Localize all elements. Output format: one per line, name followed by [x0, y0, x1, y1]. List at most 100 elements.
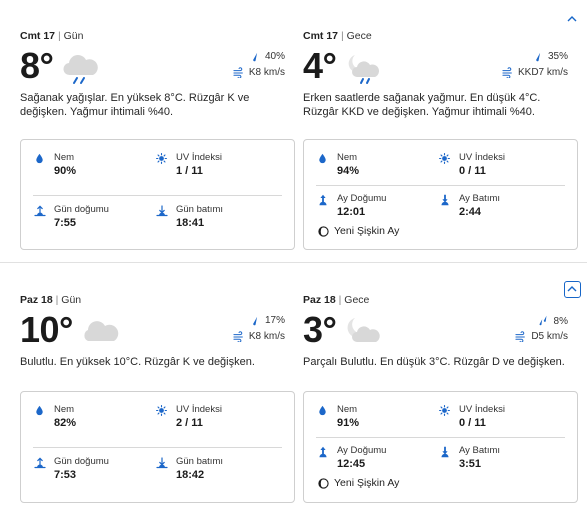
rain-chance: 35%: [498, 51, 568, 62]
uv-value: 0 / 11: [459, 165, 486, 177]
humidity-label: Nem: [337, 152, 358, 163]
wind: D5 km/s: [498, 331, 568, 342]
forecast-day-section: Cmt 17 | Gün 8° 40% K8 km/s Sağanak yağı…: [0, 0, 587, 262]
humidity-label: Nem: [54, 152, 75, 163]
uv-label: UV İndeksi: [459, 152, 505, 163]
humidity-label: Nem: [54, 404, 75, 415]
sunrise-value: 7:53: [54, 469, 77, 481]
uv-sun-icon: [156, 153, 167, 164]
forecast-description: Bulutlu. En yüksek 10°C. Rüzgâr K ve değ…: [20, 356, 255, 368]
moon-phase-icon: [318, 478, 329, 489]
period-name: Gece: [344, 294, 370, 306]
moon-phase: Yeni Şişkin Ay: [318, 225, 399, 237]
uv-label: UV İndeksi: [176, 152, 222, 163]
date-label: Cmt 17: [20, 30, 56, 42]
moonrise-value: 12:01: [337, 206, 366, 218]
uv-label: UV İndeksi: [176, 404, 222, 415]
wind-value: D5 km/s: [531, 331, 568, 342]
moon-phase-label: Yeni Şişkin Ay: [334, 225, 400, 237]
uv-sun-icon: [439, 405, 450, 416]
wind: K8 km/s: [215, 67, 285, 78]
forecast-description: Parçalı Bulutlu. En düşük 3°C. Rüzgâr D …: [303, 356, 565, 368]
sunrise-icon: [34, 457, 46, 469]
sunrise-label: Gün doğumu: [54, 204, 109, 215]
moonset-label: Ay Batımı: [459, 445, 501, 456]
rain-chance: 8%: [498, 315, 568, 327]
wind-icon: [515, 331, 526, 342]
wind-value: KKD7 km/s: [517, 67, 568, 78]
moonset-icon: [439, 194, 451, 206]
date-label: Paz 18: [20, 294, 53, 306]
wind-icon: [233, 67, 244, 78]
date-label: Cmt 17: [303, 30, 339, 42]
moonrise-label: Ay Doğumu: [337, 445, 387, 456]
rain-chance-value: 17%: [264, 315, 285, 326]
wind: K8 km/s: [215, 331, 285, 342]
day-forecast-column: Paz 18 | Gün 10° 17% K8 km/s Bulutlu. En…: [20, 293, 295, 369]
sunset-label: Gün batımı: [176, 456, 223, 467]
rain-cloud-icon: [60, 51, 100, 90]
divider: [316, 185, 565, 186]
forecast-description: Erken saatlerde sağanak yağmur. En düşük…: [303, 92, 541, 118]
wind: KKD7 km/s: [498, 67, 568, 78]
forecast-day-section: Paz 18 | Gün 10° 17% K8 km/s Bulutlu. En…: [0, 262, 587, 518]
day-forecast-column: Cmt 17 | Gün 8° 40% K8 km/s Sağanak yağı…: [20, 29, 295, 119]
moonset-label: Ay Batımı: [459, 193, 501, 204]
raindrop-icon: [533, 52, 543, 62]
divider: [33, 447, 282, 448]
humidity-value: 82%: [54, 417, 77, 429]
wind-icon: [502, 67, 513, 78]
humidity-value: 90%: [54, 165, 77, 177]
sunset-icon: [156, 205, 168, 217]
divider: [33, 195, 282, 196]
forecast-description: Sağanak yağışlar. En yüksek 8°C. Rüzgâr …: [20, 92, 250, 118]
sunrise-icon: [34, 205, 46, 217]
collapse-chevron-icon[interactable]: [565, 12, 579, 26]
uv-sun-icon: [156, 405, 167, 416]
humidity-drop-icon: [317, 153, 328, 164]
divider: [316, 437, 565, 438]
sunset-icon: [156, 457, 168, 469]
raindrop-icon: [250, 316, 260, 326]
period-name: Gün: [63, 30, 84, 42]
wind-icon: [233, 331, 244, 342]
night-forecast-column: Paz 18 | Gece 3° 8% D5 km/s Parçalı Bulu…: [303, 293, 578, 369]
sunset-value: 18:41: [176, 217, 205, 229]
raindrop-icon: [250, 52, 260, 62]
uv-value: 0 / 11: [459, 417, 486, 429]
temperature: 8°: [20, 45, 54, 86]
wind-value: K8 km/s: [248, 67, 285, 78]
moonrise-icon: [317, 446, 329, 458]
uv-label: UV İndeksi: [459, 404, 505, 415]
period-label: Cmt 17 | Gece: [303, 30, 372, 42]
humidity-drop-icon: [317, 405, 328, 416]
moonrise-value: 12:45: [337, 458, 366, 470]
moon-phase-icon: [318, 226, 329, 237]
moon-phase-label: Yeni Şişkin Ay: [334, 477, 400, 489]
moon-rain-icon: [343, 51, 383, 90]
moon-cloud-icon: [343, 315, 383, 352]
rain-chance: 40%: [215, 51, 285, 62]
uv-value: 2 / 11: [176, 417, 203, 429]
humidity-value: 94%: [337, 165, 360, 177]
rain-chance-value: 35%: [547, 51, 568, 62]
moonset-value: 3:51: [459, 458, 482, 470]
rain-chance-value: 40%: [264, 51, 285, 62]
temperature: 3°: [303, 309, 337, 350]
details-card: Nem 82% UV İndeksi 2 / 11 Gün doğumu 7:5…: [20, 391, 295, 503]
details-card: Nem 91% UV İndeksi 0 / 11 Ay Doğumu 12:4…: [303, 391, 578, 503]
period-label: Paz 18 | Gün: [20, 294, 82, 306]
period-name: Gece: [346, 30, 372, 42]
moonset-value: 2:44: [459, 206, 482, 218]
humidity-value: 91%: [337, 417, 360, 429]
sunrise-label: Gün doğumu: [54, 456, 109, 467]
moonrise-icon: [317, 194, 329, 206]
period-label: Paz 18 | Gece: [303, 294, 370, 306]
details-card: Nem 94% UV İndeksi 0 / 11 Ay Doğumu 12:0…: [303, 139, 578, 250]
period-label: Cmt 17 | Gün: [20, 30, 84, 42]
humidity-drop-icon: [34, 405, 45, 416]
details-card: Nem 90% UV İndeksi 1 / 11 Gün doğumu 7:5…: [20, 139, 295, 250]
date-label: Paz 18: [303, 294, 336, 306]
raindrops-icon: [537, 315, 549, 327]
wind-value: K8 km/s: [248, 331, 285, 342]
